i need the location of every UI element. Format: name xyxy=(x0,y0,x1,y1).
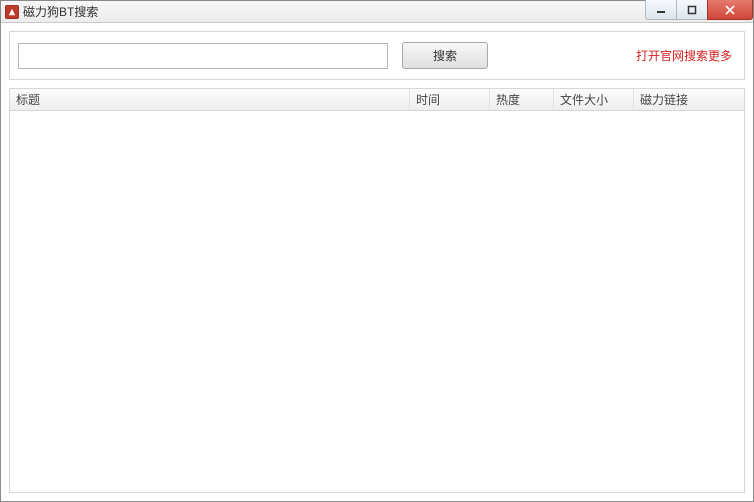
results-panel: 标题 时间 热度 文件大小 磁力链接 xyxy=(9,88,745,493)
window-title: 磁力狗BT搜索 xyxy=(23,1,98,23)
app-window: 磁力狗BT搜索 搜索 打开官网搜索更多 标题 时间 热度 文件大小 xyxy=(0,0,754,502)
results-body[interactable] xyxy=(10,111,744,492)
column-header-title[interactable]: 标题 xyxy=(10,89,410,110)
maximize-button[interactable] xyxy=(676,0,708,20)
close-button[interactable] xyxy=(707,0,753,20)
maximize-icon xyxy=(687,5,697,15)
column-header-heat[interactable]: 热度 xyxy=(490,89,554,110)
results-header: 标题 时间 热度 文件大小 磁力链接 xyxy=(10,89,744,111)
open-official-site-link[interactable]: 打开官网搜索更多 xyxy=(636,47,736,64)
column-header-time[interactable]: 时间 xyxy=(410,89,490,110)
minimize-icon xyxy=(656,5,666,15)
minimize-button[interactable] xyxy=(645,0,677,20)
column-header-magnet[interactable]: 磁力链接 xyxy=(634,89,744,110)
search-button[interactable]: 搜索 xyxy=(402,42,488,69)
search-panel: 搜索 打开官网搜索更多 xyxy=(9,31,745,80)
window-controls xyxy=(646,0,753,20)
search-input[interactable] xyxy=(18,43,388,69)
title-bar: 磁力狗BT搜索 xyxy=(1,1,753,23)
app-icon xyxy=(5,5,19,19)
column-header-size[interactable]: 文件大小 xyxy=(554,89,634,110)
close-icon xyxy=(724,5,736,15)
client-area: 搜索 打开官网搜索更多 标题 时间 热度 文件大小 磁力链接 xyxy=(1,23,753,501)
